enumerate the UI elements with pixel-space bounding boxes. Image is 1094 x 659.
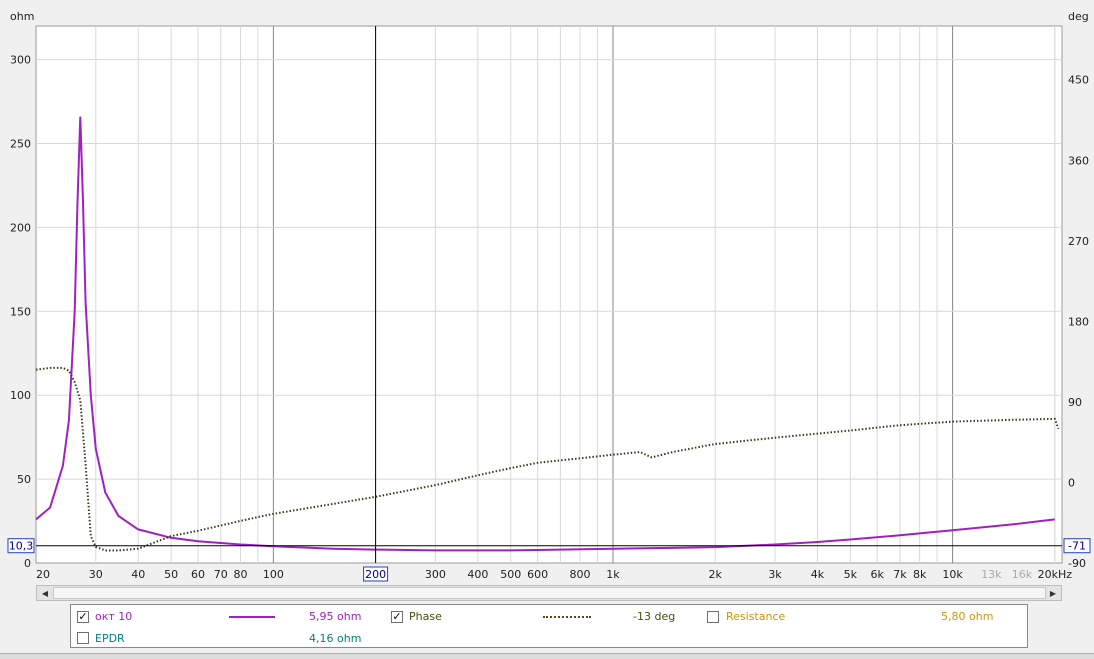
- x-tick-label: 40: [131, 568, 145, 581]
- y-left-unit: ohm: [10, 10, 34, 23]
- x-tick-label: 5k: [844, 568, 858, 581]
- checkbox-okt10[interactable]: ✓: [77, 611, 89, 623]
- cursor-y-right-label: -71: [1068, 540, 1086, 553]
- cursor-x-label: 200: [365, 568, 386, 581]
- x-tick-label: 100: [263, 568, 284, 581]
- x-tick-label: 6k: [871, 568, 885, 581]
- x-tick-label: 50: [164, 568, 178, 581]
- x-tick-label: 600: [527, 568, 548, 581]
- x-tick-label: 4k: [811, 568, 825, 581]
- y-right-tick-label: 270: [1068, 235, 1089, 248]
- x-tick-label: 30: [89, 568, 103, 581]
- x-tick-label: 300: [425, 568, 446, 581]
- x-tick-label: 2k: [709, 568, 723, 581]
- legend-label-phase: Phase: [409, 610, 442, 623]
- cursor-y-left-label: 10,3: [9, 540, 34, 553]
- x-tick-label: 400: [467, 568, 488, 581]
- y-right-tick-label: 90: [1068, 396, 1082, 409]
- legend-label-resistance: Resistance: [726, 610, 786, 623]
- y-right-tick-label: -90: [1068, 557, 1086, 570]
- horizontal-scrollbar[interactable]: ◀ ▶: [36, 585, 1062, 601]
- x-tick-label: 8k: [913, 568, 927, 581]
- scroll-left-arrow-icon[interactable]: ◀: [37, 586, 53, 600]
- x-tick-label: 70: [214, 568, 228, 581]
- y-left-tick-label: 150: [10, 305, 31, 318]
- checkbox-phase[interactable]: ✓: [391, 611, 403, 623]
- checkbox-epdr[interactable]: [77, 632, 89, 644]
- x-tick-label: 1k: [606, 568, 620, 581]
- legend-value-okt10: 5,95 ohm: [309, 610, 362, 623]
- x-tick-label: 16k: [1012, 568, 1033, 581]
- y-left-tick-label: 250: [10, 137, 31, 150]
- plot-area[interactable]: [35, 25, 1063, 564]
- x-tick-label: 7k: [893, 568, 907, 581]
- checkbox-resistance[interactable]: [707, 611, 719, 623]
- legend-value-phase: -13 deg: [633, 610, 676, 623]
- legend-line-okt10: [229, 616, 275, 618]
- x-tick-label: 800: [570, 568, 591, 581]
- x-tick-label: 20: [36, 568, 50, 581]
- y-right-tick-label: 180: [1068, 315, 1089, 328]
- y-left-tick-label: 0: [24, 557, 31, 570]
- y-left-tick-label: 300: [10, 54, 31, 67]
- scrollbar-thumb[interactable]: [53, 587, 1046, 599]
- y-left-tick-label: 50: [17, 473, 31, 486]
- y-right-tick-label: 360: [1068, 154, 1089, 167]
- legend-value-resistance: 5,80 ohm: [941, 610, 994, 623]
- x-tick-label: 500: [500, 568, 521, 581]
- y-left-tick-label: 200: [10, 221, 31, 234]
- legend-line-phase: [543, 616, 591, 618]
- x-tick-label: 80: [233, 568, 247, 581]
- y-right-tick-label: 450: [1068, 74, 1089, 87]
- scroll-right-arrow-icon[interactable]: ▶: [1045, 586, 1061, 600]
- legend-label-epdr: EPDR: [95, 632, 125, 645]
- x-tick-label: 60: [191, 568, 205, 581]
- x-tick-label: 13k: [981, 568, 1002, 581]
- impedance-chart[interactable]: 10,3 -71200 20 30 40 50 60 70 80 100 300 400 500 600…: [0, 0, 1094, 585]
- y-right-unit: deg: [1068, 10, 1089, 23]
- legend-value-epdr: 4,16 ohm: [309, 632, 362, 645]
- legend-label-okt10: окт 10: [95, 610, 133, 623]
- y-right-tick-label: 0: [1068, 476, 1075, 489]
- x-tick-label: 3k: [768, 568, 782, 581]
- x-tick-label: 10k: [942, 568, 963, 581]
- y-left-tick-label: 100: [10, 389, 31, 402]
- legend-panel: ✓ окт 10 5,95 ohm ✓ Phase -13 deg Resist…: [70, 604, 1028, 648]
- status-strip: [0, 653, 1094, 659]
